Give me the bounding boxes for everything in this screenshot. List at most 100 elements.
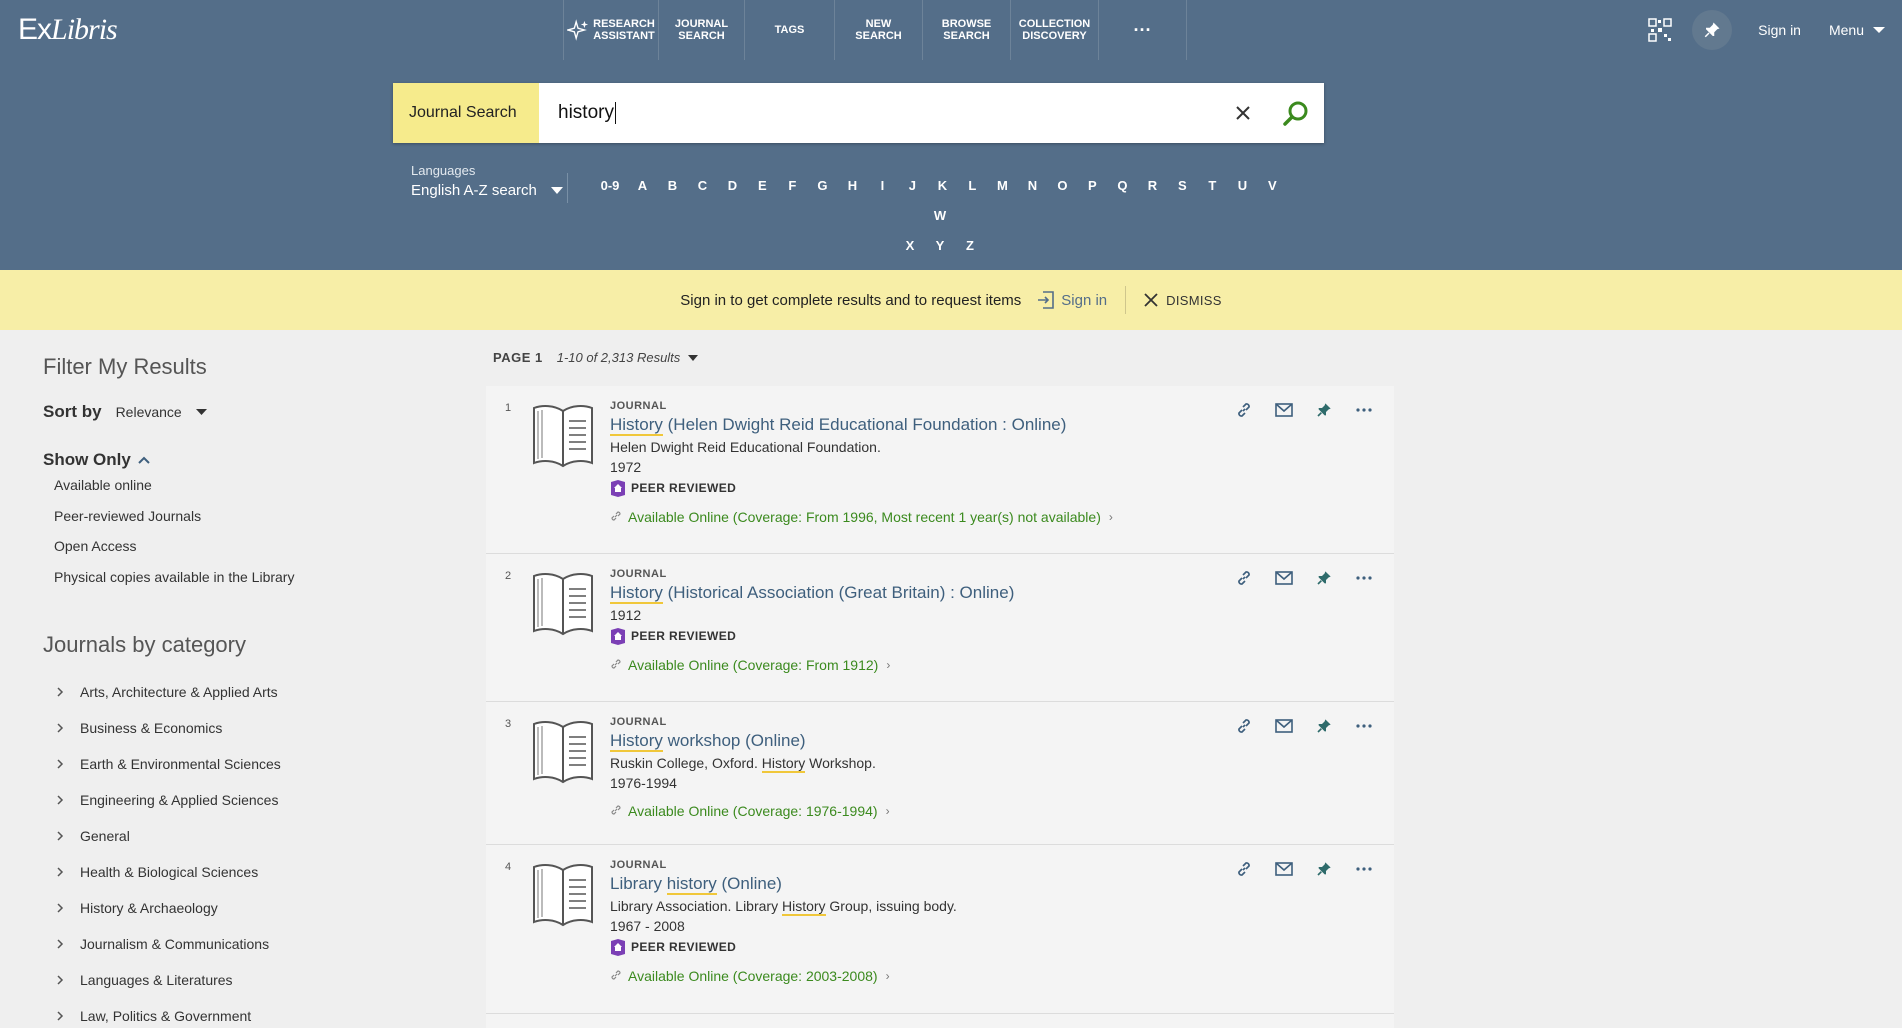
availability-link[interactable]: Available Online (Coverage: 2003-2008) › (610, 968, 1374, 984)
nav-collection-discovery[interactable]: COLLECTION DISCOVERY (1011, 0, 1099, 60)
result-card[interactable]: 3 JOURNAL History workshop (Online) Ruskin … (486, 702, 1394, 845)
pin-icon[interactable] (1692, 10, 1733, 50)
category-item[interactable]: Earth & Environmental Sciences (56, 746, 443, 782)
az-letter-l[interactable]: L (965, 171, 979, 201)
pin-icon[interactable] (1304, 855, 1344, 883)
language-dropdown[interactable]: English A-Z search (411, 182, 563, 199)
clear-search-button[interactable] (1218, 83, 1268, 143)
az-letter-y[interactable]: Y (933, 231, 947, 261)
more-options-icon[interactable] (1344, 396, 1384, 424)
pin-icon[interactable] (1304, 712, 1344, 740)
search-scope-button[interactable]: Journal Search (393, 83, 539, 143)
menu-button[interactable]: Menu (1815, 22, 1902, 38)
result-card[interactable]: 4 JOURNAL Library history (Online) Library … (486, 845, 1394, 1014)
az-letter-0-9[interactable]: 0-9 (601, 171, 620, 201)
az-letter-j[interactable]: J (905, 171, 919, 201)
category-item[interactable]: Arts, Architecture & Applied Arts (56, 674, 443, 710)
chevron-right-icon: › (885, 804, 890, 818)
az-letter-p[interactable]: P (1085, 171, 1099, 201)
more-options-icon[interactable] (1344, 855, 1384, 883)
peer-reviewed-badge: PEER REVIEWED (610, 627, 1374, 645)
category-item[interactable]: Business & Economics (56, 710, 443, 746)
search-box: Journal Search history (393, 83, 1324, 143)
sort-dropdown[interactable]: Relevance (116, 404, 207, 420)
exlibris-logo[interactable]: ExLibris (18, 13, 118, 47)
permalink-icon[interactable] (1224, 396, 1264, 424)
permalink-icon[interactable] (1224, 712, 1264, 740)
category-item[interactable]: Engineering & Applied Sciences (56, 782, 443, 818)
book-icon (530, 401, 596, 474)
az-letter-i[interactable]: I (875, 171, 889, 201)
qr-code-icon[interactable] (1640, 10, 1680, 50)
az-letter-b[interactable]: B (665, 171, 679, 201)
az-letter-d[interactable]: D (725, 171, 739, 201)
az-letter-n[interactable]: N (1025, 171, 1039, 201)
az-letter-m[interactable]: M (995, 171, 1009, 201)
dismiss-button[interactable]: DISMISS (1144, 293, 1222, 308)
email-icon[interactable] (1264, 396, 1304, 424)
email-icon[interactable] (1264, 712, 1304, 740)
nav-more-button[interactable]: ··· (1099, 0, 1187, 60)
email-icon[interactable] (1264, 564, 1304, 592)
results-count-dropdown[interactable]: 1-10 of 2,313 Results (557, 350, 699, 365)
az-letter-s[interactable]: S (1175, 171, 1189, 201)
availability-link[interactable]: Available Online (Coverage: 1976-1994) › (610, 803, 1374, 819)
az-letter-u[interactable]: U (1235, 171, 1249, 201)
category-item[interactable]: History & Archaeology (56, 890, 443, 926)
category-item[interactable]: Languages & Literatures (56, 962, 443, 998)
az-letter-o[interactable]: O (1055, 171, 1069, 201)
az-letter-z[interactable]: Z (963, 231, 977, 261)
nav-new-search[interactable]: NEW SEARCH (835, 0, 923, 60)
sign-in-link[interactable]: Sign in (1744, 22, 1815, 38)
show-only-item[interactable]: Available online (54, 476, 443, 507)
az-letter-r[interactable]: R (1145, 171, 1159, 201)
az-letter-f[interactable]: F (785, 171, 799, 201)
az-letter-a[interactable]: A (635, 171, 649, 201)
search-button[interactable] (1268, 83, 1324, 143)
pin-icon[interactable] (1304, 564, 1344, 592)
az-letter-q[interactable]: Q (1115, 171, 1129, 201)
az-letter-h[interactable]: H (845, 171, 859, 201)
more-options-icon[interactable] (1344, 712, 1384, 740)
nav-browse-search[interactable]: BROWSE SEARCH (923, 0, 1011, 60)
availability-link[interactable]: Available Online (Coverage: From 1996, M… (610, 509, 1374, 525)
category-item[interactable]: Journalism & Communications (56, 926, 443, 962)
peer-reviewed-badge: PEER REVIEWED (610, 479, 1374, 497)
category-item[interactable]: Health & Biological Sciences (56, 854, 443, 890)
more-options-icon[interactable] (1344, 564, 1384, 592)
result-card[interactable]: 1 JOURNAL History (Helen Dwight Reid Educa… (486, 386, 1394, 554)
permalink-icon[interactable] (1224, 564, 1264, 592)
az-letter-g[interactable]: G (815, 171, 829, 201)
logo-text-ex: Ex (18, 13, 52, 46)
menu-label: Menu (1828, 22, 1864, 38)
show-only-toggle[interactable]: Show Only (43, 450, 443, 470)
main-nav: RESEARCH ASSISTANT JOURNAL SEARCH TAGS NEW… (563, 0, 1187, 60)
permalink-icon[interactable] (1224, 855, 1264, 883)
author-highlight: History (761, 755, 806, 773)
az-letter-k[interactable]: K (935, 171, 949, 201)
pin-icon[interactable] (1304, 396, 1344, 424)
category-item[interactable]: General (56, 818, 443, 854)
result-card[interactable]: 2 JOURNAL History (Historical Association … (486, 554, 1394, 702)
search-input[interactable]: history (539, 83, 1218, 143)
az-letter-c[interactable]: C (695, 171, 709, 201)
nav-research-assistant[interactable]: RESEARCH ASSISTANT (563, 0, 659, 60)
banner-sign-in-link[interactable]: Sign in (1037, 290, 1107, 310)
show-only-item[interactable]: Open Access (54, 537, 443, 568)
nav-label-line1: COLLECTION (1018, 18, 1091, 30)
az-letter-e[interactable]: E (755, 171, 769, 201)
email-icon[interactable] (1264, 855, 1304, 883)
az-letter-v[interactable]: V (1265, 171, 1279, 201)
chevron-right-icon (56, 684, 80, 700)
az-letter-x[interactable]: X (903, 231, 917, 261)
show-only-item[interactable]: Physical copies available in the Library (54, 568, 443, 599)
show-only-item[interactable]: Peer-reviewed Journals (54, 507, 443, 538)
result-card[interactable] (486, 1014, 1394, 1028)
az-letter-w[interactable]: W (933, 201, 947, 231)
nav-tags[interactable]: TAGS (745, 0, 835, 60)
category-item[interactable]: Law, Politics & Government (56, 998, 443, 1028)
availability-link[interactable]: Available Online (Coverage: From 1912) › (610, 657, 1374, 673)
result-number: 3 (505, 718, 512, 730)
nav-journal-search[interactable]: JOURNAL SEARCH (659, 0, 745, 60)
az-letter-t[interactable]: T (1205, 171, 1219, 201)
